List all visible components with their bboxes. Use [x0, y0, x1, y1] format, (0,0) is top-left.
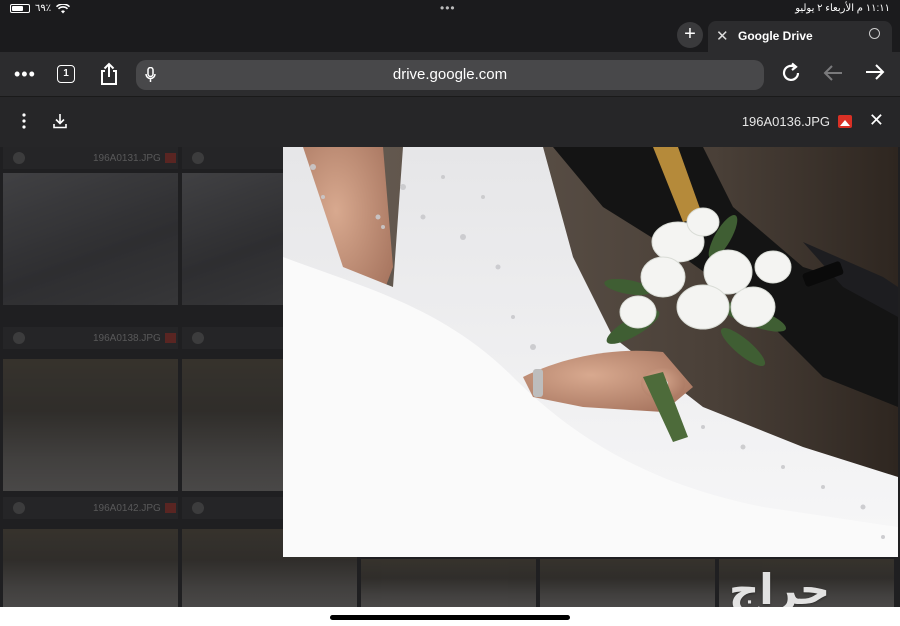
info-icon[interactable]: [13, 502, 25, 514]
grid-file-name: 196A0138.JPG: [93, 333, 161, 344]
viewer-close-icon[interactable]: ✕: [869, 110, 884, 131]
grid-thumbnail[interactable]: [361, 559, 536, 607]
more-menu-button[interactable]: •••: [14, 64, 36, 85]
more-vert-icon[interactable]: [22, 113, 26, 129]
forward-arrow-icon[interactable]: [865, 63, 885, 81]
bride-bouquet-photo: [283, 147, 898, 557]
globe-icon: [869, 28, 880, 39]
share-icon[interactable]: [99, 62, 119, 86]
grid-item-label[interactable]: [182, 497, 283, 519]
info-icon[interactable]: [192, 152, 204, 164]
tab-bar: + ✕ Google Drive: [0, 18, 900, 52]
url-text[interactable]: drive.google.com: [136, 66, 764, 83]
status-bar: ٦٩٪ ••• ١١:١١ م الأربعاء ٢ يوليو: [0, 0, 900, 18]
address-bar[interactable]: drive.google.com: [136, 60, 764, 90]
grid-thumbnail[interactable]: [182, 173, 283, 305]
battery-percent: ٦٩٪: [35, 3, 52, 14]
viewer-header: 196A0136.JPG ✕: [0, 97, 900, 147]
grid-file-name: 196A0131.JPG: [93, 153, 161, 164]
grid-thumbnail[interactable]: [182, 359, 283, 491]
info-icon[interactable]: [192, 332, 204, 344]
grid-thumbnail[interactable]: [3, 529, 178, 607]
image-file-icon: [165, 333, 176, 343]
home-indicator-area: [0, 607, 900, 626]
grid-file-name: 196A0142.JPG: [93, 503, 161, 514]
image-file-icon: [838, 115, 852, 128]
browser-window: ٦٩٪ ••• ١١:١١ م الأربعاء ٢ يوليو + ✕ Goo…: [0, 0, 900, 626]
viewer-file-name: 196A0136.JPG: [741, 114, 830, 129]
battery-icon: [10, 4, 30, 13]
drive-page: 196A0136.JPG ✕ 196A0131.JPG 196A0138.JPG: [0, 97, 900, 607]
grid-item-label[interactable]: 196A0131.JPG: [3, 147, 178, 169]
status-left: ٦٩٪: [10, 3, 71, 14]
wifi-icon: [56, 3, 71, 13]
tab-google-drive[interactable]: ✕ Google Drive: [708, 21, 892, 52]
tab-title: Google Drive: [738, 29, 813, 43]
opened-photo[interactable]: [283, 147, 898, 557]
back-arrow-icon[interactable]: [823, 64, 843, 82]
image-file-icon: [165, 153, 176, 163]
multitask-dots[interactable]: •••: [440, 1, 456, 15]
tabs-overview-button[interactable]: 1: [57, 65, 75, 83]
status-time-date: ١١:١١ م الأربعاء ٢ يوليو: [795, 3, 890, 14]
tab-close-icon[interactable]: ✕: [716, 27, 729, 45]
grid-thumbnail[interactable]: [3, 359, 178, 491]
grid-item-label[interactable]: [182, 147, 283, 169]
info-icon[interactable]: [13, 332, 25, 344]
reload-icon[interactable]: [780, 62, 802, 84]
grid-item-label[interactable]: 196A0138.JPG: [3, 327, 178, 349]
haraj-watermark: حراج: [728, 565, 831, 607]
home-indicator[interactable]: [330, 615, 570, 620]
image-file-icon: [165, 503, 176, 513]
browser-toolbar: ••• 1 drive.google.com: [0, 52, 900, 97]
new-tab-button[interactable]: +: [677, 22, 703, 48]
grid-item-label[interactable]: 196A0142.JPG: [3, 497, 178, 519]
download-icon[interactable]: [52, 113, 68, 129]
grid-item-label[interactable]: [182, 327, 283, 349]
info-icon[interactable]: [13, 152, 25, 164]
info-icon[interactable]: [192, 502, 204, 514]
grid-thumbnail[interactable]: [3, 173, 178, 305]
